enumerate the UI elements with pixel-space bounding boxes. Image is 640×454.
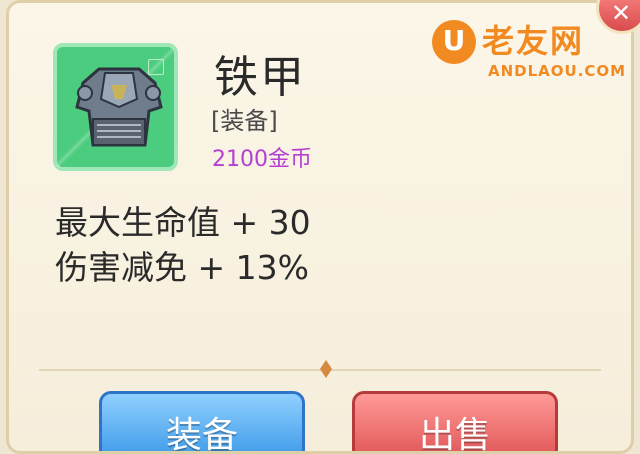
section-divider — [39, 369, 601, 371]
iron-armor-icon — [75, 67, 163, 147]
watermark-logo-icon: U — [432, 20, 476, 64]
watermark-logo: U 老友网 ANDLAOU.COM — [432, 6, 625, 96]
divider-diamond-icon — [320, 360, 332, 378]
close-icon: ✕ — [611, 0, 632, 27]
stat-damage-reduction: 伤害减免 + 13% — [55, 248, 309, 287]
stat-max-hp: 最大生命值 + 30 — [55, 203, 311, 242]
watermark-name: 老友网 — [482, 22, 585, 60]
item-price: 2100金币 — [212, 147, 312, 172]
item-icon-frame — [53, 43, 178, 171]
sell-button[interactable]: 出售 — [352, 391, 558, 451]
watermark-mark: U — [442, 24, 466, 57]
watermark-url: ANDLAOU.COM — [488, 62, 627, 80]
item-type: [装备] — [211, 107, 278, 135]
equip-button[interactable]: 装备 — [99, 391, 305, 451]
item-name: 铁甲 — [214, 52, 306, 103]
